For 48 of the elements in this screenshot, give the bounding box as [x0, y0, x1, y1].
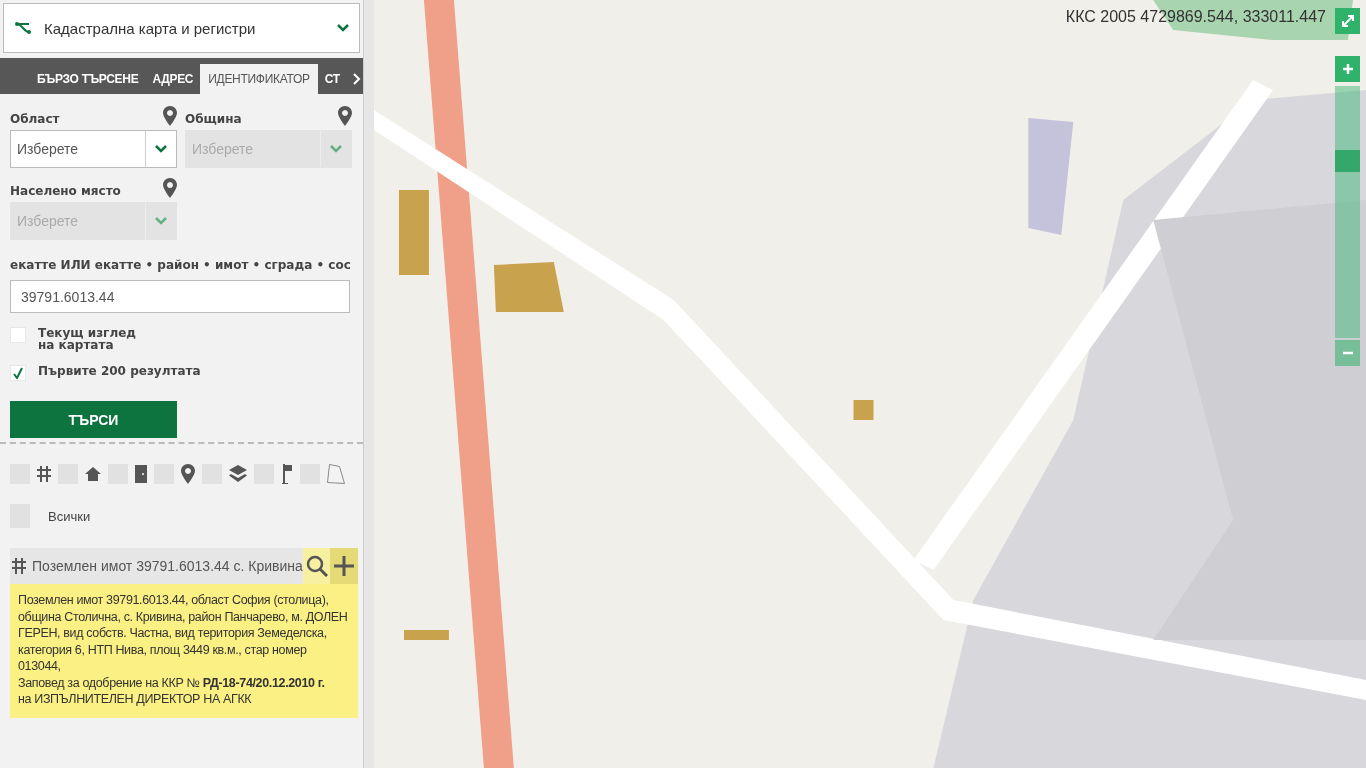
home-icon	[85, 467, 101, 481]
layers-icon	[229, 465, 247, 483]
map-pin-icon	[338, 106, 352, 126]
chevron-down-icon	[330, 145, 342, 153]
field-label: Населено място	[10, 184, 121, 198]
tab[interactable]: ИДЕНТИФИКАТОР	[200, 64, 318, 94]
field-label: екатте ИЛИ екатте • район • имот • сграда • сос	[10, 258, 352, 272]
app-select[interactable]: Кадастрална карта и регистри	[3, 3, 360, 53]
plus-icon	[334, 556, 355, 576]
grid-icon	[12, 558, 26, 574]
checkbox[interactable]	[10, 365, 26, 381]
search-button[interactable]: ТЪРСИ	[10, 401, 177, 438]
fullscreen-button[interactable]	[1335, 8, 1360, 34]
chevron-down-icon	[155, 145, 167, 153]
minus-icon	[1342, 351, 1353, 355]
checkbox-label: Първите 200 резултата	[38, 365, 201, 377]
chevron-down-icon	[337, 24, 349, 32]
search-icon	[305, 555, 328, 577]
plus-icon	[1342, 64, 1353, 74]
identifier-field[interactable]: 39791.6013.44	[10, 280, 350, 313]
tab[interactable]: АДРЕС	[145, 64, 201, 94]
tab[interactable]: БЪРЗО ТЪРСЕНЕ	[30, 64, 146, 94]
checkbox-label: Текущ изглед на картата	[38, 327, 137, 351]
field-label: Община	[185, 112, 242, 126]
polygon-icon	[327, 464, 345, 484]
door-icon	[135, 465, 147, 483]
tab[interactable]: СТ	[317, 64, 347, 94]
select-field[interactable]: Изберете	[10, 130, 177, 168]
map-pin-icon	[163, 178, 177, 198]
map-pin-icon	[181, 464, 195, 484]
result-details: Поземлен имот 39791.6013.44, област София (столица), община Столична, с. Кривина, район Панчарево, м. ДОЛЕН ГЕРЕН, вид собств. Частна, вид територия Земеделска, категория 6, НТП Нива, площ 3449 кв.м., стар номер 013044, Заповед за одобрение на ККР № РД-18-74/20.12.2010 г. на ИЗПЪЛНИТЕЛЕН ДИРЕКТОР НА АГКК	[10, 584, 358, 718]
checkbox-label: Всички	[48, 508, 91, 524]
chevron-down-icon	[155, 217, 167, 225]
expand-icon	[1340, 14, 1355, 28]
zoom-slider-thumb[interactable]	[1335, 150, 1360, 172]
zoom-in-button[interactable]	[1335, 56, 1360, 82]
coordinates-label: ККС 2005 4729869.544, 333011.447	[1065, 8, 1326, 26]
search-button[interactable]	[302, 548, 331, 584]
grid-icon	[37, 466, 51, 482]
checkmark-icon	[13, 367, 23, 379]
add-button[interactable]	[330, 548, 358, 584]
zoom-slider[interactable]	[1335, 86, 1360, 338]
field-label: Област	[10, 112, 60, 126]
chevron-right-icon	[352, 73, 361, 85]
map-pin-icon	[163, 106, 177, 126]
zoom-out-button[interactable]	[1335, 340, 1360, 366]
route-icon	[14, 21, 32, 35]
flag-icon	[281, 464, 293, 484]
